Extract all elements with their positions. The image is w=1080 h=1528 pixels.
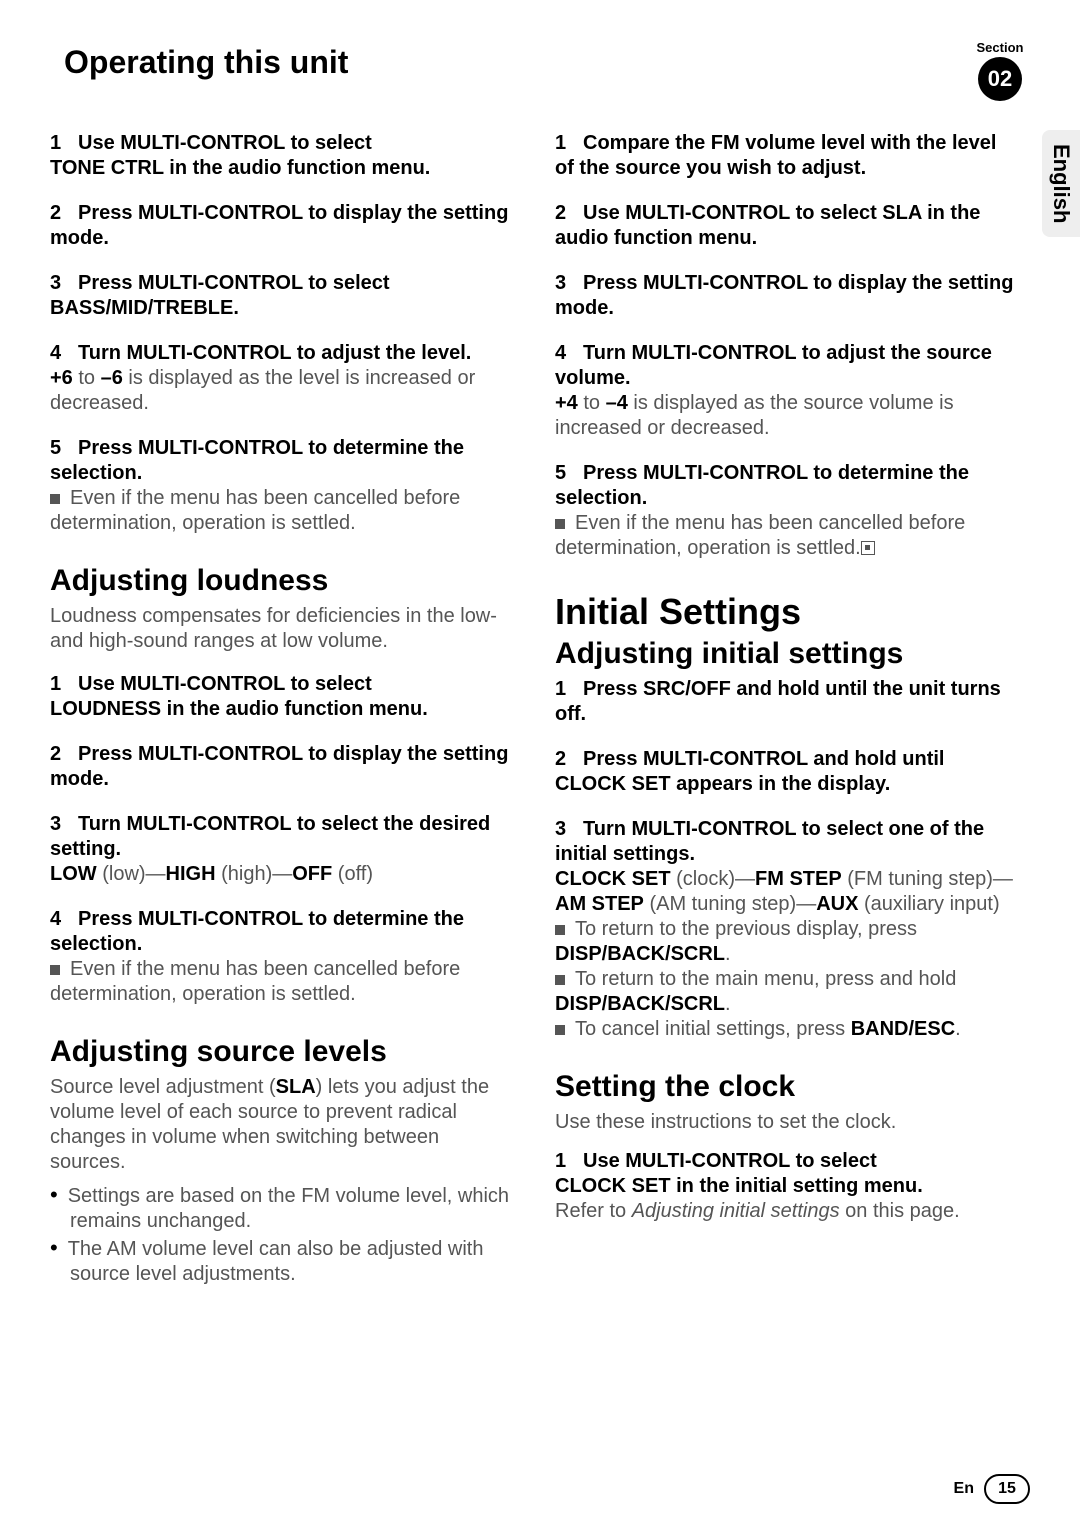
section-badge: Section 02 <box>970 40 1030 101</box>
list-item: The AM volume level can also be adjusted… <box>50 1234 515 1287</box>
header-title-wrap: Operating this unit <box>50 40 970 85</box>
sla-intro: Source level adjustment (SLA) lets you a… <box>50 1075 515 1175</box>
list-item: 2Press MULTI-CONTROL to display the sett… <box>50 201 515 251</box>
list-item: 3Press MULTI-CONTROL to display the sett… <box>555 271 1020 321</box>
square-bullet-icon <box>50 965 60 975</box>
list-item: 2Use MULTI-CONTROL to select SLA in the … <box>555 201 1020 251</box>
heading-initial-settings: Initial Settings <box>555 591 1020 633</box>
list-item: 4Press MULTI-CONTROL to determine the se… <box>50 907 515 1007</box>
square-bullet-icon <box>555 1025 565 1035</box>
page-number: 15 <box>984 1474 1030 1504</box>
end-section-icon <box>861 541 875 555</box>
list-item: 4Turn MULTI-CONTROL to adjust the source… <box>555 341 1020 441</box>
right-column: 1Compare the FM volume level with the le… <box>555 131 1020 1287</box>
list-item: 1Compare the FM volume level with the le… <box>555 131 1020 181</box>
heading-adjust-initial: Adjusting initial settings <box>555 637 1020 671</box>
square-bullet-icon <box>555 519 565 529</box>
list-item: 2Press MULTI-CONTROL to display the sett… <box>50 742 515 792</box>
section-label: Section <box>970 40 1030 55</box>
page-footer: En 15 <box>954 1474 1030 1504</box>
left-column: 1Use MULTI-CONTROL to select TONE CTRL i… <box>50 131 515 1287</box>
square-bullet-icon <box>555 975 565 985</box>
square-bullet-icon <box>555 925 565 935</box>
clock-intro: Use these instructions to set the clock. <box>555 1110 1020 1135</box>
page-title: Operating this unit <box>50 40 348 85</box>
list-item: 2Press MULTI-CONTROL and hold until CLOC… <box>555 747 1020 797</box>
list-item: 3Turn MULTI-CONTROL to select the desire… <box>50 812 515 887</box>
list-item: 3Press MULTI-CONTROL to select BASS/MID/… <box>50 271 515 321</box>
list-item: 5Press MULTI-CONTROL to determine the se… <box>555 461 1020 561</box>
square-bullet-icon <box>50 494 60 504</box>
language-tab: English <box>1042 130 1080 237</box>
list-item: 4Turn MULTI-CONTROL to adjust the level.… <box>50 341 515 416</box>
list-item: Settings are based on the FM volume leve… <box>50 1181 515 1234</box>
list-item: 1Press SRC/OFF and hold until the unit t… <box>555 677 1020 727</box>
loudness-intro: Loudness compensates for deficiencies in… <box>50 604 515 654</box>
list-item: 3Turn MULTI-CONTROL to select one of the… <box>555 817 1020 1042</box>
list-item: 1Use MULTI-CONTROL to select TONE CTRL i… <box>50 131 515 181</box>
list-item: 1Use MULTI-CONTROL to select LOUDNESS in… <box>50 672 515 722</box>
list-item: 5Press MULTI-CONTROL to determine the se… <box>50 436 515 536</box>
section-number: 02 <box>978 57 1022 101</box>
footer-lang: En <box>954 1480 974 1498</box>
heading-setting-clock: Setting the clock <box>555 1070 1020 1104</box>
list-item: 1Use MULTI-CONTROL to select CLOCK SET i… <box>555 1149 1020 1224</box>
heading-loudness: Adjusting loudness <box>50 564 515 598</box>
heading-sla: Adjusting source levels <box>50 1035 515 1069</box>
